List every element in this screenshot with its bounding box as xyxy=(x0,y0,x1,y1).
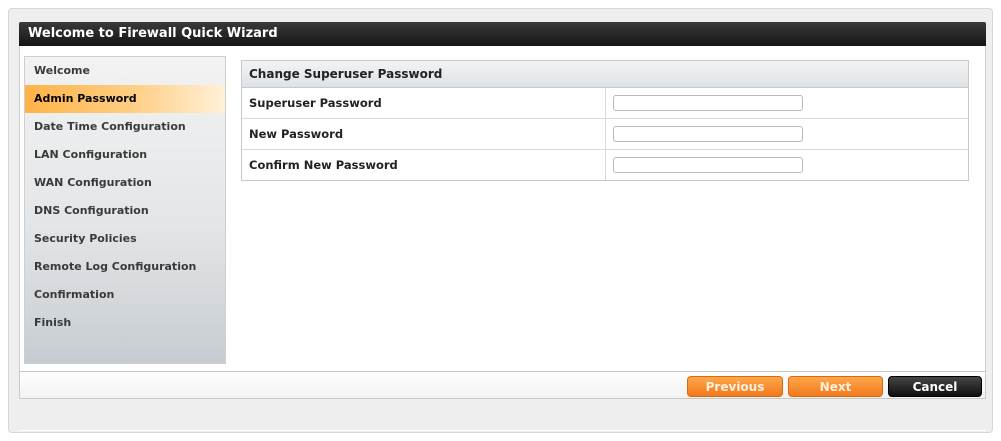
panel-title: Change Superuser Password xyxy=(242,61,968,88)
new-password-input[interactable] xyxy=(613,126,803,142)
step-finish[interactable]: Finish xyxy=(25,309,225,337)
step-welcome[interactable]: Welcome xyxy=(25,57,225,85)
step-security-policies[interactable]: Security Policies xyxy=(25,225,225,253)
cancel-button[interactable]: Cancel xyxy=(888,376,982,397)
superuser-password-cell xyxy=(606,88,968,118)
footer-divider xyxy=(19,430,986,431)
superuser-password-input[interactable] xyxy=(613,95,803,111)
step-lan-configuration[interactable]: LAN Configuration xyxy=(25,141,225,169)
next-button[interactable]: Next xyxy=(788,376,883,397)
confirm-password-label: Confirm New Password xyxy=(242,150,606,180)
change-password-panel: Change Superuser Password Superuser Pass… xyxy=(241,60,969,181)
step-wan-configuration[interactable]: WAN Configuration xyxy=(25,169,225,197)
previous-button[interactable]: Previous xyxy=(687,376,783,397)
wizard-title: Welcome to Firewall Quick Wizard xyxy=(19,22,986,46)
confirm-password-cell xyxy=(606,150,968,180)
step-confirmation[interactable]: Confirmation xyxy=(25,281,225,309)
step-remote-log-configuration[interactable]: Remote Log Configuration xyxy=(25,253,225,281)
form-row-new-password: New Password xyxy=(242,119,968,150)
new-password-label: New Password xyxy=(242,119,606,149)
confirm-password-input[interactable] xyxy=(613,157,803,173)
form-row-confirm-password: Confirm New Password xyxy=(242,150,968,180)
step-date-time-configuration[interactable]: Date Time Configuration xyxy=(25,113,225,141)
form-row-superuser-password: Superuser Password xyxy=(242,88,968,119)
superuser-password-label: Superuser Password xyxy=(242,88,606,118)
step-admin-password[interactable]: Admin Password xyxy=(25,85,225,113)
step-dns-configuration[interactable]: DNS Configuration xyxy=(25,197,225,225)
new-password-cell xyxy=(606,119,968,149)
wizard-steps-sidebar: Welcome Admin Password Date Time Configu… xyxy=(24,56,226,364)
